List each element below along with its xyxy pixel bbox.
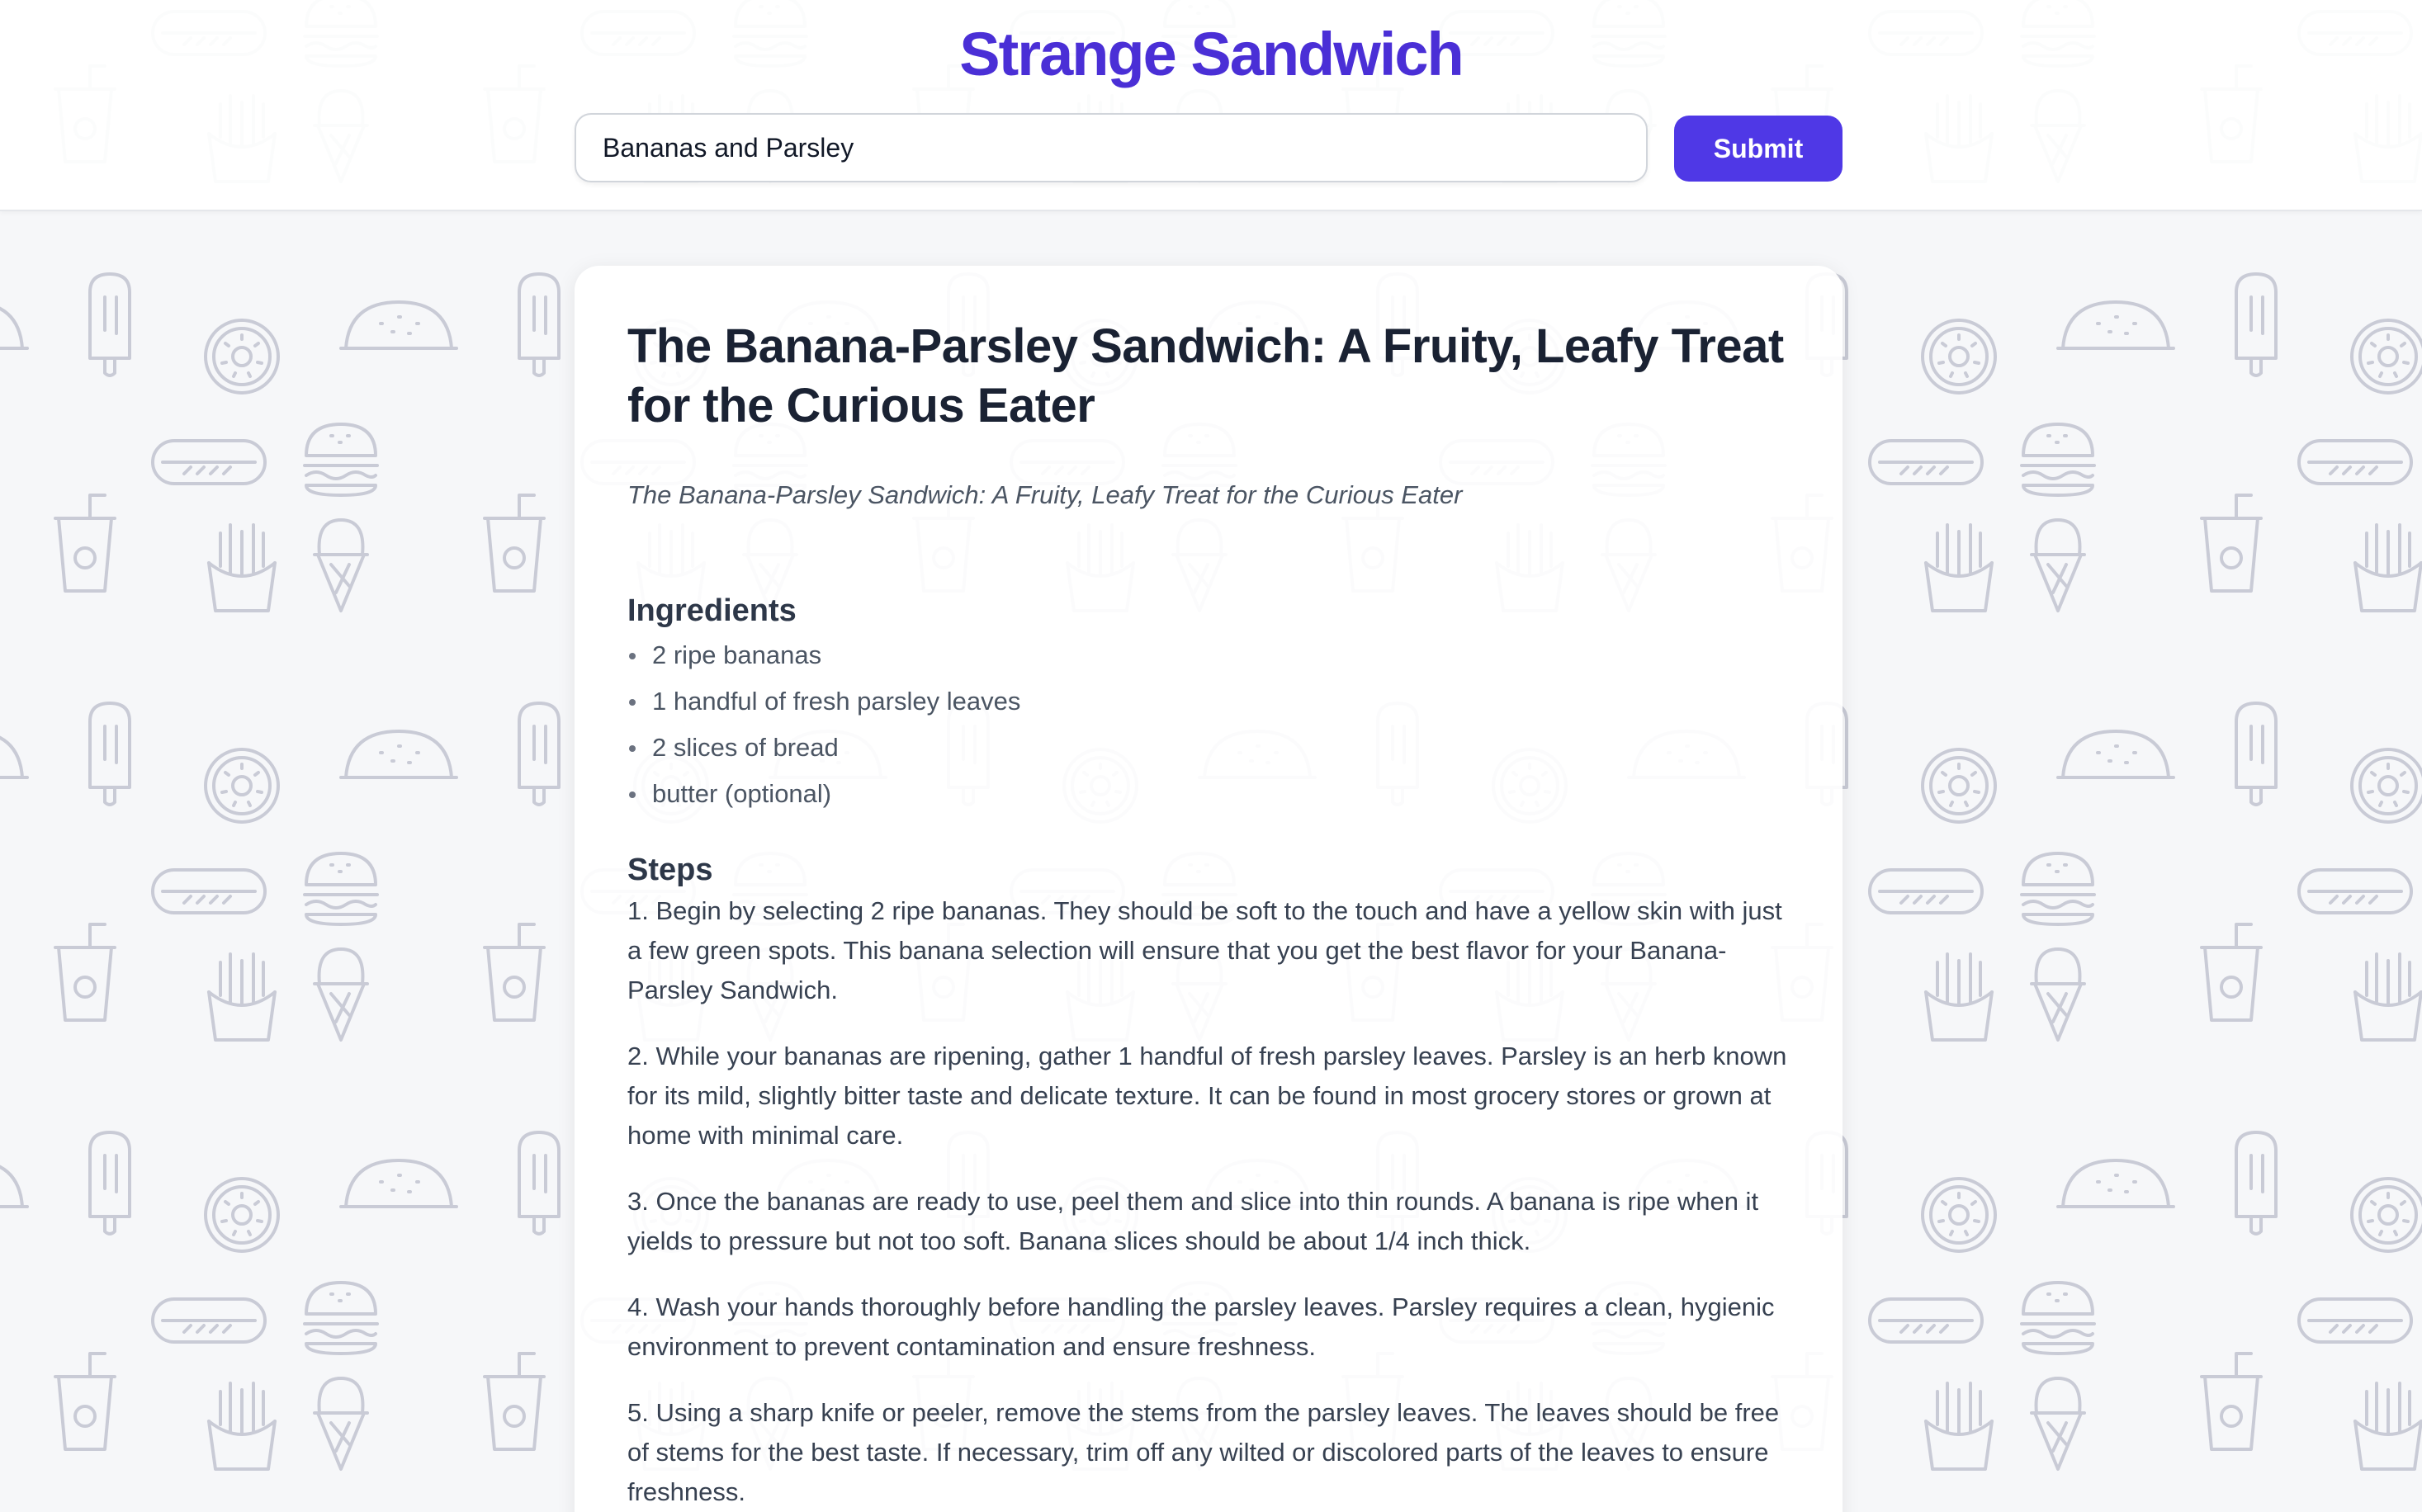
ingredient-item: butter (optional) (627, 771, 1790, 817)
ingredient-list: 2 ripe bananas 1 handful of fresh parsle… (627, 632, 1790, 817)
ingredient-item: 1 handful of fresh parsley leaves (627, 678, 1790, 725)
ingredients-search-input[interactable] (575, 113, 1648, 182)
recipe-title: The Banana-Parsley Sandwich: A Fruity, L… (627, 319, 1784, 432)
step-item: 4. Wash your hands thoroughly before han… (627, 1292, 1775, 1361)
steps-heading: Steps (627, 853, 713, 887)
step-item: 5. Using a sharp knife or peeler, remove… (627, 1398, 1780, 1506)
steps-list: 1. Begin by selecting 2 ripe bananas. Th… (627, 891, 1790, 1512)
step-item: 2. While your bananas are ripening, gath… (627, 1042, 1787, 1150)
submit-button[interactable]: Submit (1674, 116, 1843, 182)
top-header: Strange Sandwich Submit (0, 0, 2422, 211)
recipe-subtitle: The Banana-Parsley Sandwich: A Fruity, L… (627, 480, 1463, 509)
ingredient-item: 2 slices of bread (627, 725, 1790, 771)
ingredients-heading: Ingredients (627, 593, 797, 628)
ingredient-item: 2 ripe bananas (627, 632, 1790, 678)
step-item: 3. Once the bananas are ready to use, pe… (627, 1187, 1759, 1255)
site-title: Strange Sandwich (959, 20, 1464, 88)
recipe-card: The Banana-Parsley Sandwich: A Fruity, L… (575, 266, 1843, 1512)
step-item: 1. Begin by selecting 2 ripe bananas. Th… (627, 896, 1782, 1004)
